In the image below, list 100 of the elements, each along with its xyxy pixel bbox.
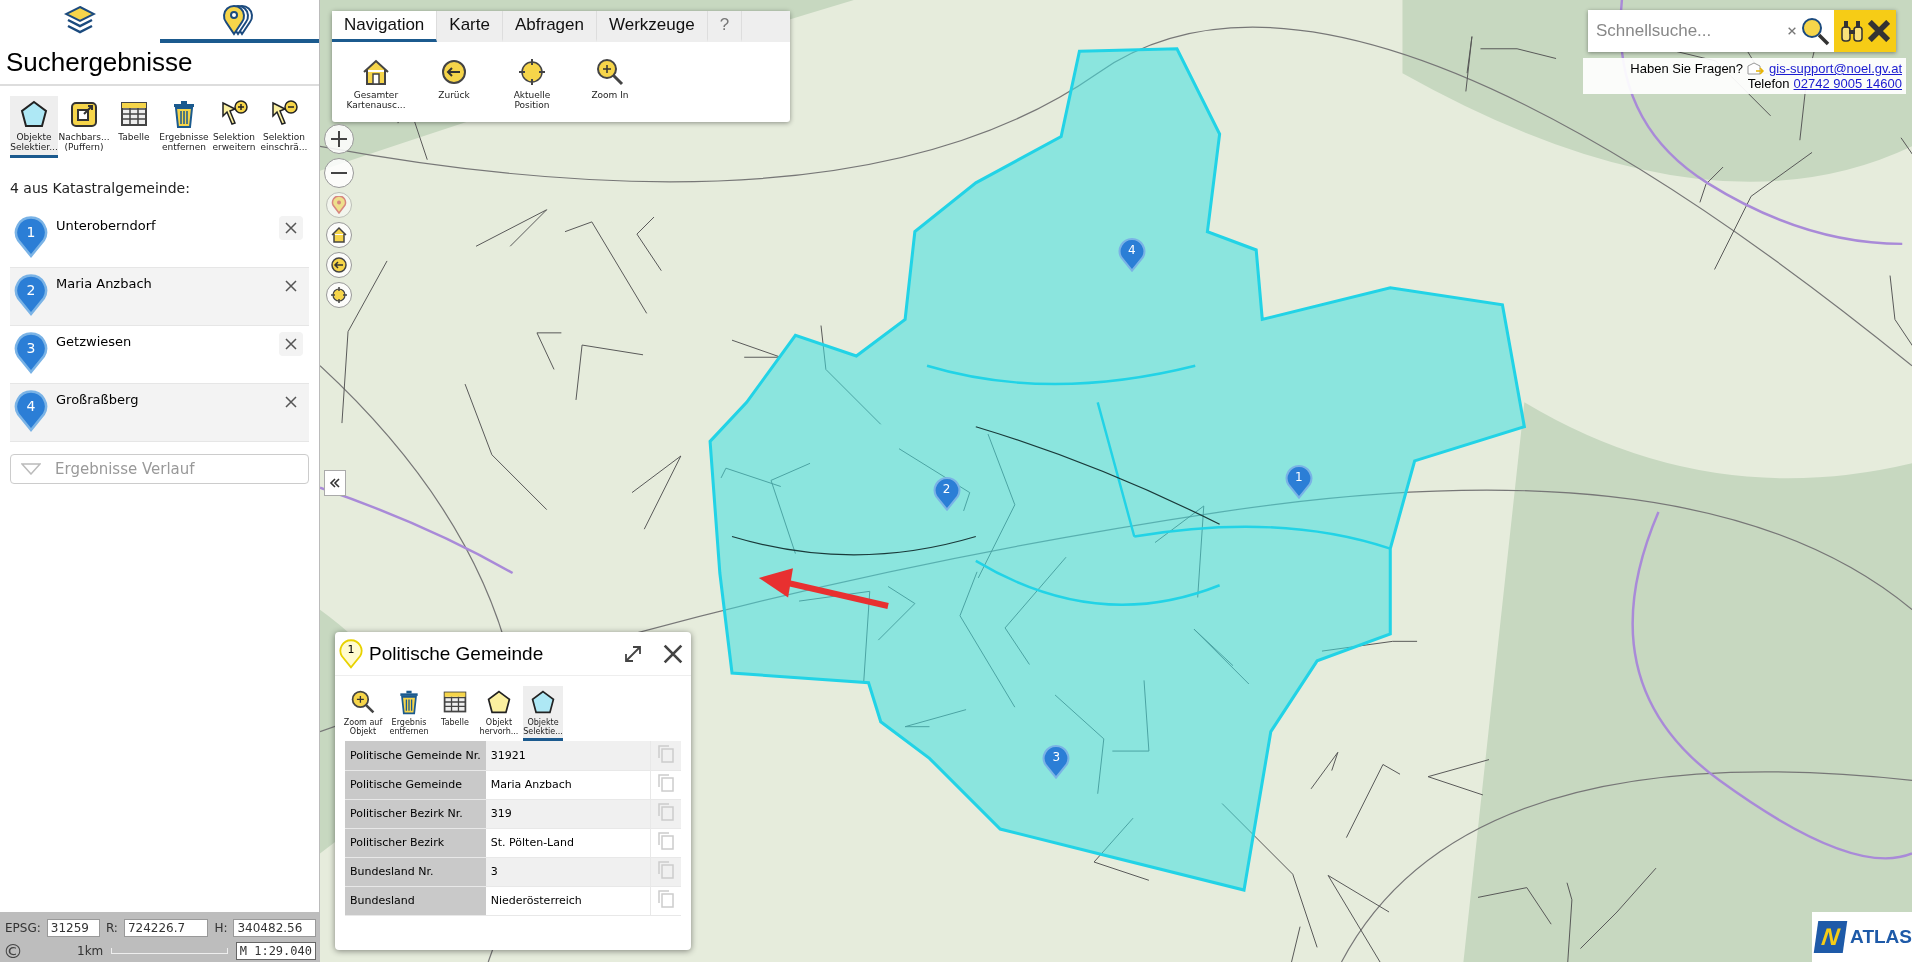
attribute-label: Politischer Bezirk Nr. bbox=[345, 799, 486, 829]
clear-icon bbox=[1788, 27, 1796, 35]
tool-button[interactable]: Selektion erweitern bbox=[210, 96, 258, 158]
table-icon bbox=[442, 689, 468, 715]
attribute-label: Politische Gemeinde Nr. bbox=[345, 741, 486, 771]
h-field[interactable]: 340482.56 bbox=[233, 919, 316, 937]
home-icon bbox=[361, 57, 391, 87]
menu-tab[interactable]: Navigation bbox=[332, 11, 438, 42]
scale-label: 1km bbox=[77, 944, 104, 958]
collapse-button[interactable] bbox=[324, 470, 346, 496]
tool-button[interactable]: Objekte Selektier... bbox=[10, 96, 58, 158]
tool-button[interactable]: Zoom auf Objekt bbox=[343, 686, 383, 742]
epsg-field[interactable]: 31259 bbox=[46, 919, 100, 937]
search-button[interactable] bbox=[1800, 16, 1830, 46]
binoculars-button[interactable] bbox=[1840, 19, 1864, 43]
map-marker[interactable]: 2 bbox=[932, 476, 961, 513]
close-button[interactable] bbox=[1868, 20, 1890, 42]
close-icon bbox=[285, 221, 297, 234]
zoom-in-icon bbox=[350, 689, 376, 715]
minus-icon bbox=[330, 171, 348, 175]
attribute-value: 3 bbox=[485, 857, 651, 887]
tool-button[interactable]: Gesamter Kartenausc... bbox=[340, 54, 412, 116]
map-marker[interactable]: 3 bbox=[1042, 744, 1071, 781]
attribute-value: 31921 bbox=[485, 741, 651, 771]
number-marker: 4 bbox=[14, 389, 48, 432]
attribute-value: Maria Anzbach bbox=[485, 770, 651, 800]
close-icon bbox=[285, 279, 297, 292]
tool-button[interactable]: Tabelle bbox=[435, 686, 475, 742]
number-marker: 1 bbox=[14, 215, 48, 258]
tool-button[interactable]: Zoom In bbox=[574, 54, 646, 116]
map-marker[interactable]: 4 bbox=[1117, 237, 1146, 274]
number-marker: 2 bbox=[14, 273, 48, 316]
attribute-value: 319 bbox=[485, 799, 651, 829]
tool-button[interactable]: Selektion einschrä... bbox=[260, 96, 308, 158]
close-icon bbox=[1868, 20, 1890, 42]
epsg-label: EPSG: bbox=[4, 921, 42, 935]
close-button[interactable] bbox=[663, 643, 683, 664]
double-chevron-icon bbox=[329, 477, 341, 489]
logo-name: ATLAS bbox=[1850, 926, 1912, 948]
layers-icon bbox=[63, 4, 96, 35]
phone-link[interactable]: 02742 9005 14600 bbox=[1793, 76, 1902, 91]
map-marker[interactable]: 1 bbox=[1284, 463, 1313, 500]
close-icon bbox=[285, 337, 297, 350]
number-marker: 1 bbox=[339, 637, 363, 670]
result-name: Maria Anzbach bbox=[56, 274, 153, 291]
help-question: Haben Sie Fragen? bbox=[1630, 61, 1744, 76]
tool-button[interactable]: Zurück bbox=[418, 54, 490, 116]
results-heading: 4 aus Katastralgemeinde: bbox=[9, 178, 191, 198]
crosshair-icon bbox=[330, 286, 348, 304]
popup-title: Politische Gemeinde bbox=[369, 642, 545, 665]
tool-button[interactable]: Nachbars... (Puffern) bbox=[60, 96, 108, 158]
clear-button[interactable] bbox=[1788, 27, 1796, 35]
home-icon bbox=[330, 226, 348, 244]
scale-ratio: M 1:29.040 bbox=[235, 942, 316, 960]
number-marker: 3 bbox=[14, 331, 48, 374]
buffer-icon bbox=[69, 99, 99, 129]
pin-icon bbox=[330, 196, 348, 214]
email-link[interactable]: gis-support@noel.gv.at bbox=[1769, 61, 1902, 76]
tool-button[interactable]: Aktuelle Position bbox=[496, 54, 568, 116]
attribute-label: Politische Gemeinde bbox=[345, 770, 486, 800]
search-icon bbox=[1800, 16, 1830, 46]
history-placeholder: Ergebnisse Verlauf bbox=[55, 459, 195, 478]
plus-icon bbox=[330, 130, 348, 148]
result-name: Getzwiesen bbox=[56, 332, 133, 349]
mail-icon bbox=[1747, 61, 1766, 76]
tool-button[interactable]: Objekt hervorh... bbox=[479, 686, 519, 742]
close-icon bbox=[663, 643, 683, 664]
close-icon bbox=[285, 395, 297, 408]
phone-label: Telefon bbox=[1747, 76, 1790, 91]
r-field[interactable]: 724226.7 bbox=[123, 919, 209, 937]
attribute-label: Bundesland bbox=[345, 886, 486, 916]
result-item[interactable]: 2 Maria Anzbach bbox=[10, 267, 309, 326]
tool-button[interactable]: Ergebnis entfernen bbox=[387, 686, 431, 742]
search-field[interactable]: Schnellsuche... bbox=[1588, 10, 1834, 52]
expand-icon bbox=[623, 643, 643, 664]
remove-button[interactable] bbox=[279, 331, 303, 356]
binoculars-icon bbox=[1840, 19, 1864, 43]
tool-button[interactable]: Objekte Selektie... bbox=[523, 686, 563, 742]
crosshair-icon bbox=[517, 57, 547, 87]
attribute-value: Niederösterreich bbox=[485, 886, 651, 916]
attribute-label: Bundesland Nr. bbox=[345, 857, 486, 887]
pentagon-icon bbox=[486, 689, 512, 715]
triangle-icon bbox=[21, 462, 41, 475]
pentagon-icon bbox=[19, 99, 49, 129]
copyright-symbol[interactable]: © bbox=[3, 939, 27, 962]
h-label: H: bbox=[213, 921, 229, 935]
panel-title: Suchergebnisse bbox=[0, 43, 319, 86]
attribute-value: St. Pölten-Land bbox=[485, 828, 651, 858]
attribute-label: Politischer Bezirk bbox=[345, 828, 486, 858]
tool-button[interactable]: Ergebnisse entfernen bbox=[160, 96, 208, 158]
result-item[interactable]: 4 Großraßberg bbox=[10, 383, 309, 442]
table-icon bbox=[119, 99, 149, 129]
remove-button[interactable] bbox=[279, 215, 303, 240]
expand-button[interactable] bbox=[623, 643, 643, 664]
result-name: Großraßberg bbox=[56, 390, 140, 407]
tool-button[interactable]: Tabelle bbox=[110, 96, 158, 158]
r-label: R: bbox=[104, 921, 119, 935]
logo-mark: N bbox=[1813, 921, 1848, 953]
zoom-in-icon bbox=[595, 57, 625, 87]
pentagon-icon bbox=[530, 689, 556, 715]
